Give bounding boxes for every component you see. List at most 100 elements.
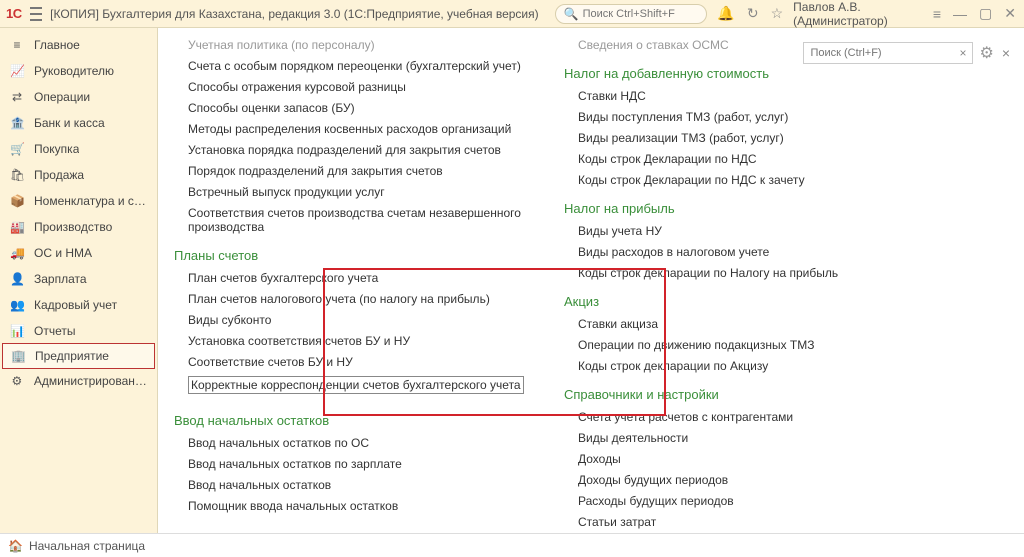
clear-search-icon[interactable]: × — [955, 46, 966, 60]
global-search[interactable]: 🔍 — [555, 4, 708, 24]
section-profit-tax: Налог на прибыль — [564, 201, 964, 216]
sidebar-item-stock[interactable]: 📦 Номенклатура и склад — [0, 188, 157, 214]
menu-icon[interactable] — [30, 7, 43, 21]
cart-icon: 🛒 — [10, 142, 24, 156]
link[interactable]: Коды строк Декларации по НДС к зачету — [578, 173, 964, 187]
link[interactable]: Виды расходов в налоговом учете — [578, 245, 964, 259]
link[interactable]: Доходы — [578, 452, 964, 466]
sidebar-item-label: Главное — [34, 38, 80, 52]
swap-icon: ⇄ — [10, 90, 24, 104]
panel-icon[interactable]: ≡ — [931, 6, 943, 22]
sidebar-item-salary[interactable]: 👤Зарплата — [0, 266, 157, 292]
sidebar-item-production[interactable]: 🏭 Производство — [0, 214, 157, 240]
link[interactable]: Счета учета расчетов с контрагентами — [578, 410, 964, 424]
bag-icon: 🛍 — [10, 168, 24, 182]
close-window-icon[interactable]: ✕ — [1002, 5, 1018, 22]
link[interactable]: Расходы будущих периодов — [578, 494, 964, 508]
link[interactable]: Операции по движению подакцизных ТМЗ — [578, 338, 964, 352]
close-panel-icon[interactable]: × — [1000, 45, 1012, 61]
sidebar-item-assets[interactable]: 🚚ОС и НМА — [0, 240, 157, 266]
link[interactable]: Коды строк декларации по Акцизу — [578, 359, 964, 373]
factory-icon: 🏭 — [10, 220, 24, 234]
link[interactable]: Встречный выпуск продукции услуг — [188, 185, 564, 199]
search-icon: 🔍 — [564, 7, 579, 21]
section-vat: Налог на добавленную стоимость — [564, 66, 964, 81]
content-area: × ⚙ × Учетная политика (по персоналу) Сч… — [158, 28, 1024, 533]
link[interactable]: Виды учета НУ — [578, 224, 964, 238]
link[interactable]: Статьи затрат — [578, 515, 964, 529]
sidebar-item-enterprise[interactable]: 🏢Предприятие — [2, 343, 155, 369]
sidebar-item-label: Администрирование — [34, 374, 147, 388]
link[interactable]: Коды строк декларации по Налогу на прибы… — [578, 266, 964, 280]
sidebar-item-label: Операции — [34, 90, 90, 104]
user-name[interactable]: Павлов А.В. (Администратор) — [793, 0, 923, 28]
link[interactable]: Методы распределения косвенных расходов … — [188, 122, 564, 136]
sidebar-item-label: ОС и НМА — [34, 246, 92, 260]
sidebar-item-manager[interactable]: 📈 Руководителю — [0, 58, 157, 84]
link[interactable]: Учетная политика (по персоналу) — [188, 38, 564, 52]
content-search[interactable]: × — [803, 42, 973, 64]
box-icon: 📦 — [10, 194, 24, 208]
link[interactable]: Установка порядка подразделений для закр… — [188, 143, 564, 157]
sidebar-item-hr[interactable]: 👥 Кадровый учет — [0, 292, 157, 318]
link[interactable]: Ввод начальных остатков — [188, 478, 564, 492]
link-correct-correspondence[interactable]: Корректные корреспонденции счетов бухгал… — [188, 376, 524, 394]
sidebar-item-admin[interactable]: ⚙ Администрирование — [0, 368, 157, 394]
list-icon: ≡ — [10, 38, 24, 52]
gear-icon: ⚙ — [10, 374, 24, 388]
link[interactable]: Установка соответствия счетов БУ и НУ — [188, 334, 564, 348]
home-icon[interactable]: 🏠 — [8, 539, 23, 553]
link[interactable]: Коды строк Декларации по НДС — [578, 152, 964, 166]
link[interactable]: Виды поступления ТМЗ (работ, услуг) — [578, 110, 964, 124]
link[interactable]: План счетов налогового учета (по налогу … — [188, 292, 564, 306]
sidebar-item-label: Кадровый учет — [34, 298, 117, 312]
sidebar-item-label: Зарплата — [34, 272, 87, 286]
footer: 🏠 Начальная страница — [0, 533, 1024, 557]
link[interactable]: Способы отражения курсовой разницы — [188, 80, 564, 94]
section-charts-of-accounts: Планы счетов — [174, 248, 564, 263]
link[interactable]: План счетов бухгалтерского учета — [188, 271, 564, 285]
star-icon[interactable]: ☆ — [769, 5, 786, 22]
link[interactable]: Доходы будущих периодов — [578, 473, 964, 487]
sidebar-item-bank[interactable]: 🏦Банк и касса — [0, 110, 157, 136]
sidebar-item-purchase[interactable]: 🛒 Покупка — [0, 136, 157, 162]
window-title: [КОПИЯ] Бухгалтерия для Казахстана, реда… — [50, 7, 538, 21]
settings-icon[interactable]: ⚙ — [979, 43, 993, 63]
section-excise: Акциз — [564, 294, 964, 309]
chart-icon: 📈 — [10, 64, 24, 78]
sidebar-item-label: Руководителю — [34, 64, 114, 78]
maximize-icon[interactable]: ▢ — [977, 5, 994, 22]
link[interactable]: Виды субконто — [188, 313, 564, 327]
link[interactable]: Счета с особым порядком переоценки (бухг… — [188, 59, 564, 73]
link[interactable]: Виды деятельности — [578, 431, 964, 445]
people-icon: 👥 — [10, 298, 24, 312]
link[interactable]: Способы оценки запасов (БУ) — [188, 101, 564, 115]
link[interactable]: Соответствия счетов производства счетам … — [188, 206, 564, 234]
sidebar-item-main[interactable]: ≡ Главное — [0, 32, 157, 58]
topbar: 1С [КОПИЯ] Бухгалтерия для Казахстана, р… — [0, 0, 1024, 28]
link[interactable]: Соответствие счетов БУ и НУ — [188, 355, 564, 369]
sidebar-item-label: Покупка — [34, 142, 79, 156]
link[interactable]: Виды реализации ТМЗ (работ, услуг) — [578, 131, 964, 145]
link[interactable]: Ставки НДС — [578, 89, 964, 103]
bell-icon[interactable]: 🔔 — [715, 5, 736, 22]
sidebar-item-label: Производство — [34, 220, 112, 234]
sidebar-item-operations[interactable]: ⇄ Операции — [0, 84, 157, 110]
minimize-icon[interactable]: — — [951, 6, 969, 22]
link[interactable]: Ввод начальных остатков по ОС — [188, 436, 564, 450]
link[interactable]: Порядок подразделений для закрытия счето… — [188, 164, 564, 178]
sidebar-item-label: Номенклатура и склад — [34, 194, 147, 208]
sidebar-item-label: Банк и касса — [34, 116, 105, 130]
global-search-input[interactable] — [583, 8, 699, 20]
sidebar-item-reports[interactable]: 📊Отчеты — [0, 318, 157, 344]
sidebar-item-label: Предприятие — [35, 349, 109, 363]
home-tab[interactable]: Начальная страница — [29, 539, 145, 553]
history-icon[interactable]: ↻ — [745, 5, 761, 22]
sidebar-item-sale[interactable]: 🛍Продажа — [0, 162, 157, 188]
content-search-input[interactable] — [810, 47, 955, 59]
link[interactable]: Помощник ввода начальных остатков — [188, 499, 564, 513]
link[interactable]: Ввод начальных остатков по зарплате — [188, 457, 564, 471]
section-initial-balances: Ввод начальных остатков — [174, 413, 564, 428]
right-column: Сведения о ставках ОСМС Налог на добавле… — [564, 38, 964, 533]
link[interactable]: Ставки акциза — [578, 317, 964, 331]
